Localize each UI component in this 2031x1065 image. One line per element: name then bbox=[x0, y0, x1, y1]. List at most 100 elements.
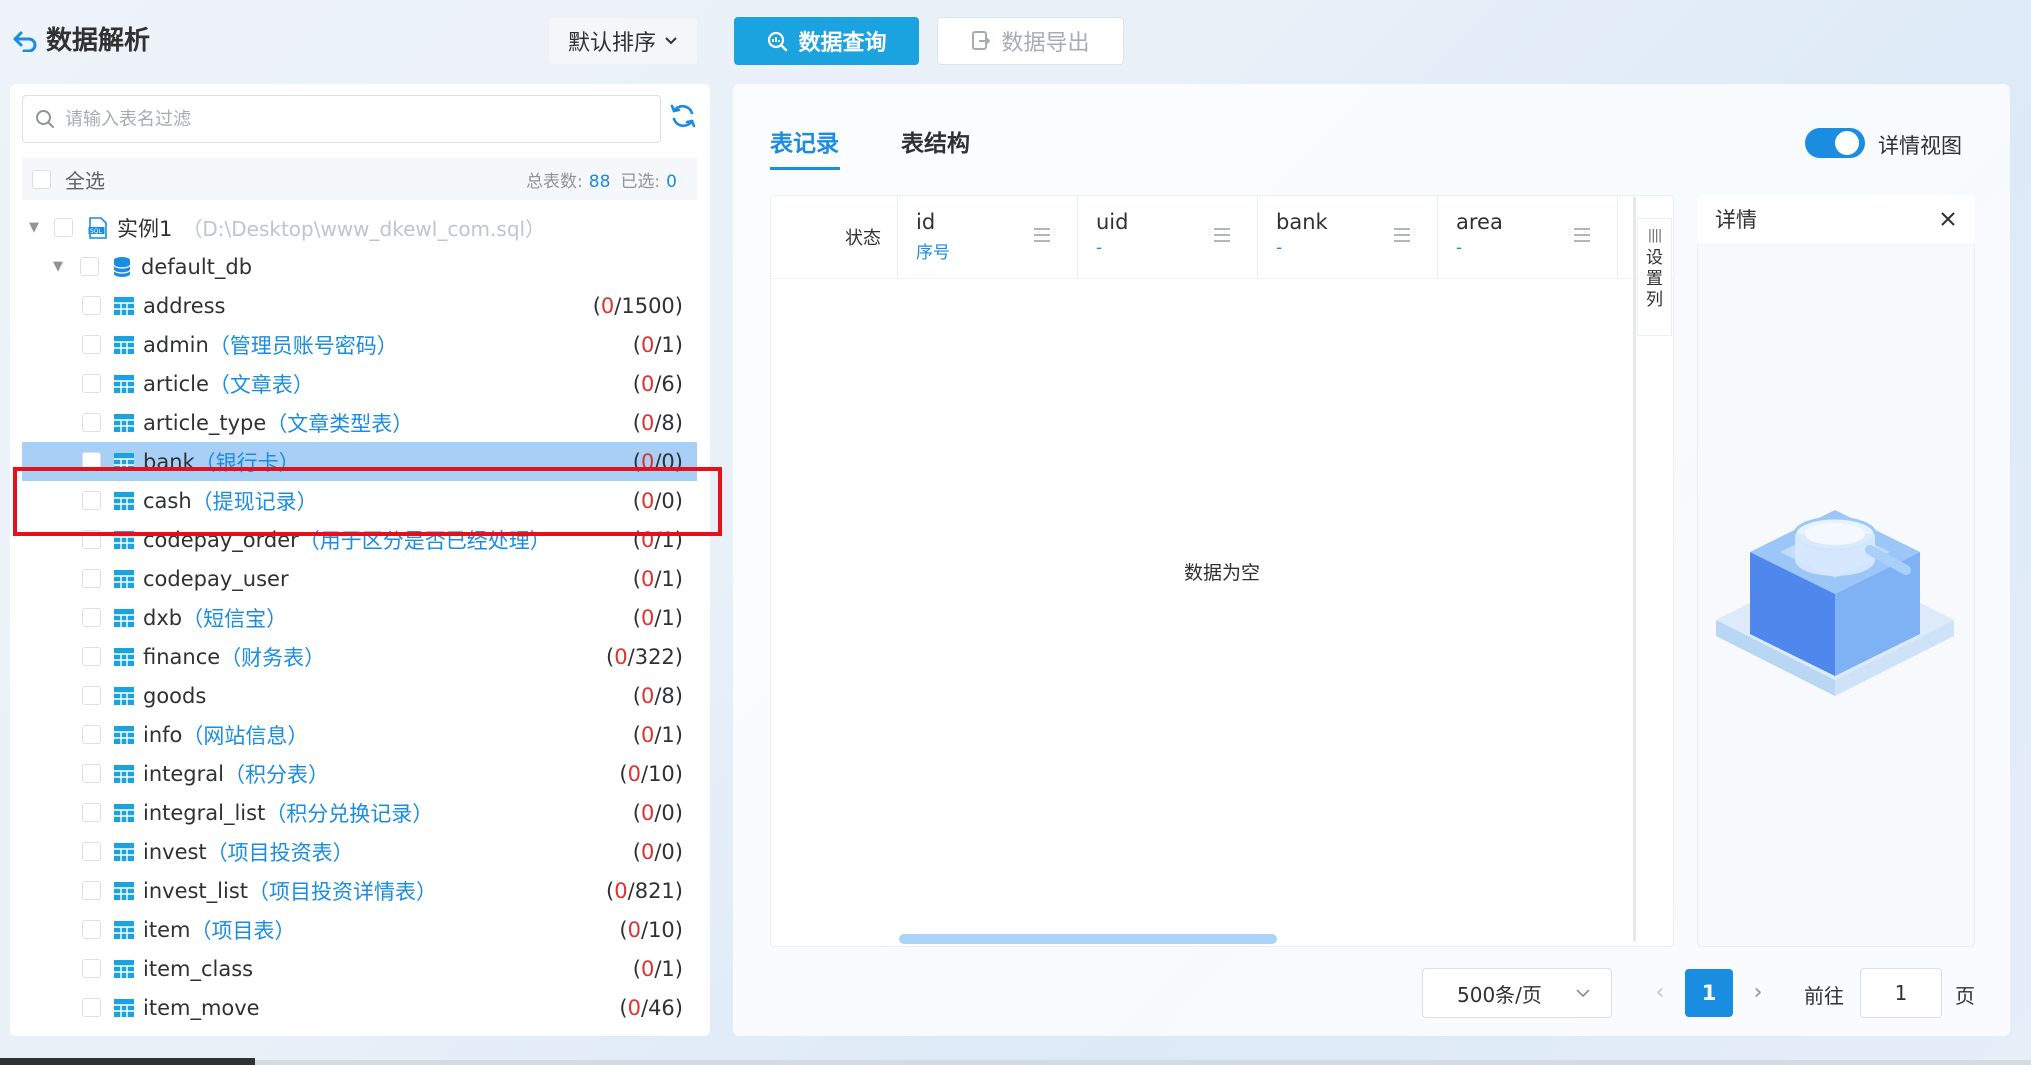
table-checkbox[interactable] bbox=[82, 842, 101, 861]
table-checkbox[interactable] bbox=[82, 764, 101, 783]
select-all-checkbox[interactable] bbox=[32, 169, 51, 189]
table-row-invest_list[interactable]: invest_list （项目投资详情表） (0/821) bbox=[22, 871, 697, 910]
table-row-article_type[interactable]: article_type （文章类型表） (0/8) bbox=[22, 403, 697, 442]
table-checkbox[interactable] bbox=[82, 296, 101, 315]
selected-rows: 0 bbox=[627, 917, 641, 942]
table-filter-input[interactable] bbox=[63, 107, 660, 131]
table-name: article_type bbox=[143, 410, 267, 435]
close-icon[interactable] bbox=[1939, 210, 1957, 228]
table-checkbox[interactable] bbox=[82, 998, 101, 1017]
table-row-integral_list[interactable]: integral_list （积分兑换记录） (0/0) bbox=[22, 793, 697, 832]
table-row-article[interactable]: article （文章表） (0/6) bbox=[22, 364, 697, 403]
table-comment: （积分表） bbox=[223, 762, 329, 787]
sort-dropdown[interactable]: 默认排序 bbox=[548, 17, 698, 65]
refresh-icon[interactable] bbox=[666, 99, 700, 133]
tree-instance[interactable]: ▼ SQL 实例1 （D:\Desktop\www_dkewl_com.sql） bbox=[22, 208, 697, 247]
query-label: 数据查询 bbox=[798, 31, 887, 56]
caret-down-icon[interactable]: ▼ bbox=[26, 220, 42, 235]
table-checkbox[interactable] bbox=[82, 374, 101, 393]
table-row-item_move[interactable]: item_move (0/46) bbox=[22, 988, 697, 1020]
table-row-invest[interactable]: invest （项目投资表） (0/0) bbox=[22, 832, 697, 871]
table-icon bbox=[113, 608, 135, 628]
table-row-item_class[interactable]: item_class (0/1) bbox=[22, 949, 697, 988]
records-grid: 状态 id 序号 uid - bank - area - 数据为空 bbox=[770, 195, 1674, 947]
table-row-goods[interactable]: goods (0/8) bbox=[22, 676, 697, 715]
query-button[interactable]: 数据查询 bbox=[734, 17, 919, 65]
page-number-current[interactable]: 1 bbox=[1685, 969, 1733, 1017]
table-name: integral_list bbox=[143, 800, 266, 825]
total-rows: 1500 bbox=[621, 293, 675, 318]
selected-rows: 0 bbox=[600, 293, 615, 318]
column-header-uid[interactable]: uid - bbox=[1078, 196, 1258, 278]
table-row-codepay_user[interactable]: codepay_user (0/1) bbox=[22, 559, 697, 598]
table-checkbox[interactable] bbox=[82, 881, 101, 900]
table-checkbox[interactable] bbox=[82, 920, 101, 939]
table-comment: （积分兑换记录） bbox=[265, 801, 434, 826]
column-setting-char: 设 bbox=[1646, 248, 1663, 268]
table-row-dxb[interactable]: dxb （短信宝） (0/1) bbox=[22, 598, 697, 637]
table-checkbox[interactable] bbox=[82, 803, 101, 822]
column-header-bank[interactable]: bank - bbox=[1258, 196, 1438, 278]
table-checkbox[interactable] bbox=[82, 608, 101, 627]
prev-page-icon[interactable]: ‹ bbox=[1648, 976, 1672, 1010]
column-menu-icon[interactable] bbox=[1573, 227, 1591, 243]
table-checkbox[interactable] bbox=[82, 725, 101, 744]
table-checkbox[interactable] bbox=[82, 959, 101, 978]
table-row-count: (0/322) bbox=[606, 644, 683, 669]
window-bottom-edge bbox=[255, 1060, 2031, 1065]
table-row-count: (0/0) bbox=[632, 800, 683, 825]
total-rows: 6 bbox=[661, 371, 675, 396]
table-checkbox[interactable] bbox=[82, 413, 101, 432]
back-icon[interactable] bbox=[8, 24, 42, 58]
table-row-count: (0/6) bbox=[632, 371, 683, 396]
table-row-integral[interactable]: integral （积分表） (0/10) bbox=[22, 754, 697, 793]
column-comment: - bbox=[1456, 238, 1463, 258]
page-size-select[interactable]: 500条/页 bbox=[1422, 968, 1612, 1018]
column-header-id[interactable]: id 序号 bbox=[898, 196, 1078, 278]
table-row-finance[interactable]: finance （财务表） (0/322) bbox=[22, 637, 697, 676]
total-rows: 1 bbox=[661, 332, 675, 357]
sort-label: 默认排序 bbox=[567, 31, 656, 56]
table-checkbox[interactable] bbox=[82, 335, 101, 354]
column-header-area[interactable]: area - bbox=[1438, 196, 1618, 278]
table-row-admin[interactable]: admin （管理员账号密码） (0/1) bbox=[22, 325, 697, 364]
total-rows: 46 bbox=[648, 995, 675, 1020]
table-checkbox[interactable] bbox=[82, 686, 101, 705]
instance-checkbox[interactable] bbox=[54, 218, 73, 237]
columns-icon: |||| bbox=[1647, 228, 1662, 243]
table-filter[interactable] bbox=[22, 95, 661, 143]
table-checkbox[interactable] bbox=[82, 647, 101, 666]
table-row-count: (0/46) bbox=[619, 995, 683, 1020]
tab-structure[interactable]: 表结构 bbox=[901, 124, 970, 158]
table-name: dxb bbox=[143, 605, 183, 630]
selected-label: 已选: bbox=[620, 171, 661, 192]
column-menu-icon[interactable] bbox=[1213, 227, 1231, 243]
selected-rows: 0 bbox=[640, 605, 655, 630]
database-checkbox[interactable] bbox=[80, 257, 99, 276]
table-name: item_move bbox=[143, 995, 260, 1020]
total-rows: 1 bbox=[661, 722, 675, 747]
detail-header: 详情 bbox=[1697, 195, 1975, 243]
tab-records[interactable]: 表记录 bbox=[770, 124, 839, 158]
table-icon bbox=[113, 764, 135, 784]
next-page-icon[interactable]: › bbox=[1746, 976, 1770, 1010]
column-name: id bbox=[916, 210, 936, 234]
active-tab-indicator bbox=[770, 167, 840, 170]
table-row-item[interactable]: item （项目表） (0/10) bbox=[22, 910, 697, 949]
caret-down-icon[interactable]: ▼ bbox=[50, 259, 66, 274]
table-icon bbox=[113, 998, 135, 1018]
svg-text:SQL: SQL bbox=[90, 228, 103, 235]
table-checkbox[interactable] bbox=[82, 569, 101, 588]
table-icon bbox=[113, 842, 135, 862]
horizontal-scrollbar[interactable] bbox=[899, 934, 1277, 944]
column-setting-button[interactable]: |||| 设 置 列 bbox=[1637, 218, 1672, 336]
empty-data-text: 数据为空 bbox=[1183, 562, 1260, 584]
table-row-address[interactable]: address (0/1500) bbox=[22, 286, 697, 325]
table-row-info[interactable]: info （网站信息） (0/1) bbox=[22, 715, 697, 754]
export-button[interactable]: 数据导出 bbox=[937, 17, 1124, 65]
goto-page-input[interactable]: 1 bbox=[1860, 968, 1942, 1018]
column-menu-icon[interactable] bbox=[1033, 227, 1051, 243]
table-counts: 总表数: 88 已选: 0 bbox=[526, 167, 687, 192]
column-menu-icon[interactable] bbox=[1393, 227, 1411, 243]
tree-database[interactable]: ▼ default_db bbox=[22, 247, 697, 286]
